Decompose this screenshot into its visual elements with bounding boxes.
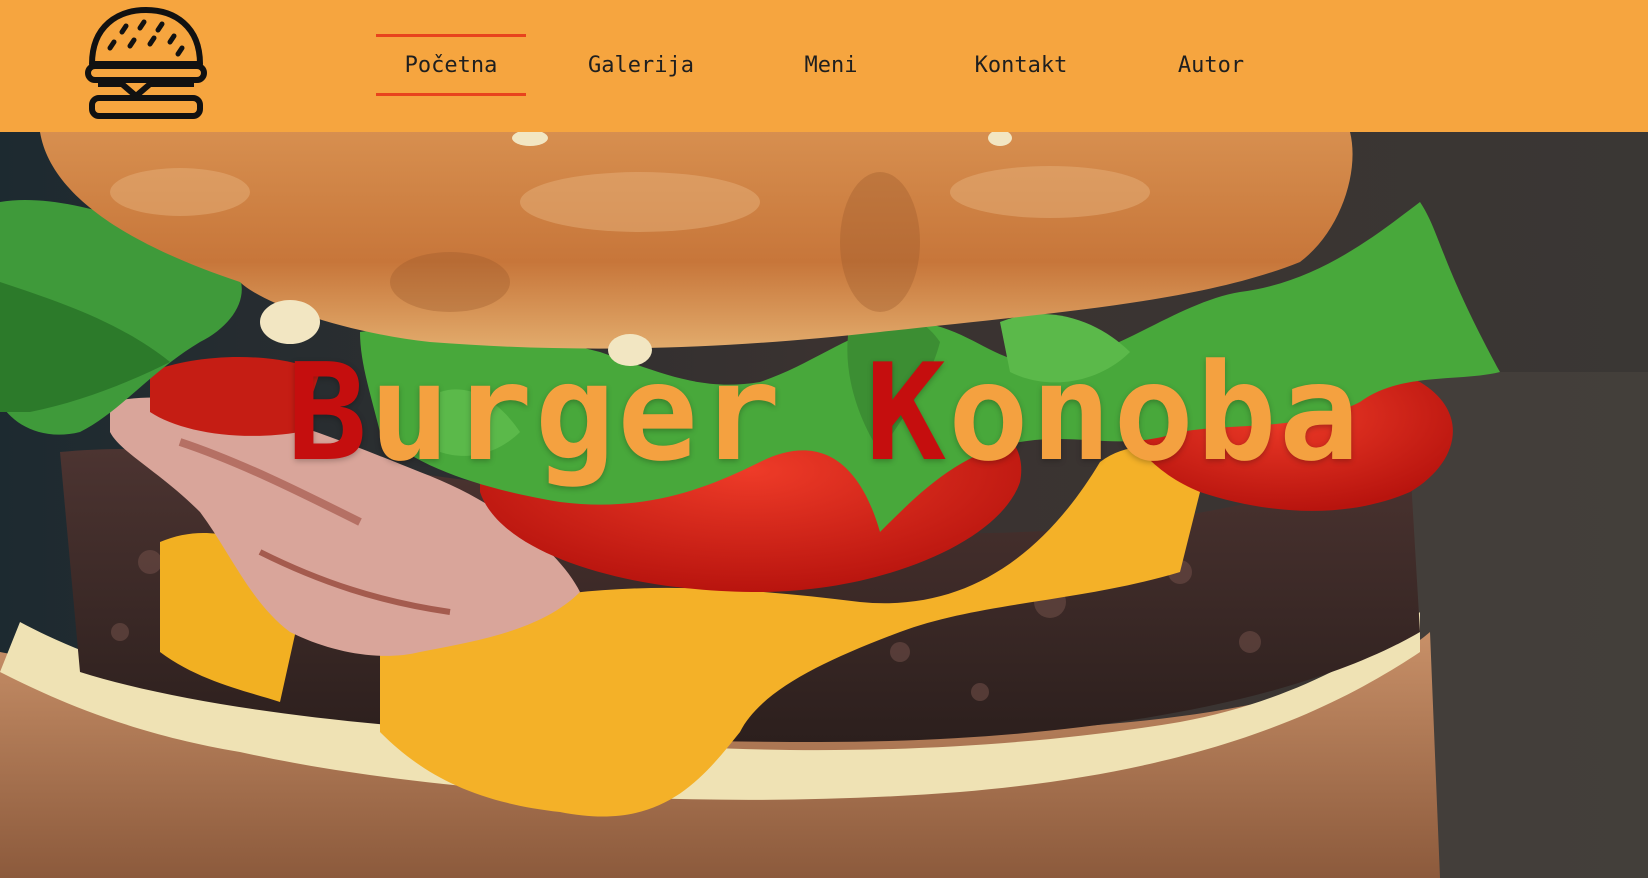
title-initial-k: K <box>865 335 949 491</box>
hero-title: Burger Konoba <box>0 346 1648 480</box>
burger-photo <box>0 132 1648 878</box>
hero-section: Burger Konoba <box>0 132 1648 878</box>
burger-icon[interactable] <box>84 4 208 120</box>
nav-item-autor[interactable]: Autor <box>1136 34 1286 96</box>
nav-item-kontakt[interactable]: Kontakt <box>946 34 1096 96</box>
nav-item-galerija[interactable]: Galerija <box>566 34 716 96</box>
title-word-burger-rest: urger <box>369 335 783 491</box>
title-initial-b: B <box>286 335 370 491</box>
navbar: Početna Galerija Meni Kontakt Autor <box>0 0 1648 132</box>
nav-item-pocetna[interactable]: Početna <box>376 34 526 96</box>
nav-item-meni[interactable]: Meni <box>756 34 906 96</box>
title-word-konoba-rest: onoba <box>948 335 1362 491</box>
